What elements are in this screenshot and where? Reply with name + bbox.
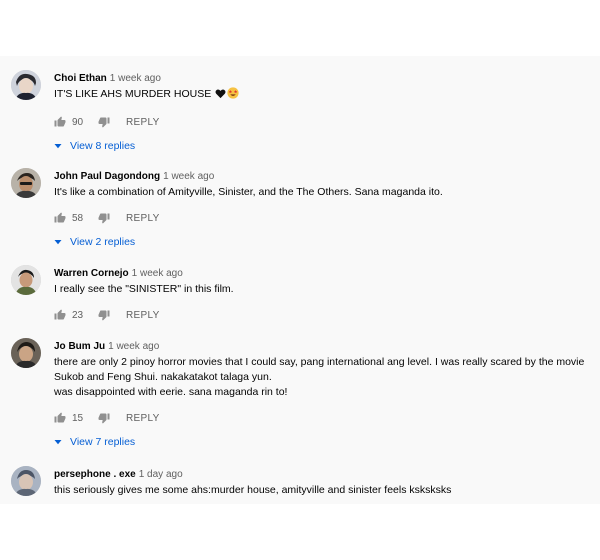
view-replies-button[interactable]: View 8 replies bbox=[54, 138, 594, 154]
view-replies-label: View 2 replies bbox=[70, 236, 136, 248]
caret-down-icon bbox=[54, 440, 62, 445]
thumb-down-icon bbox=[98, 117, 110, 128]
avatar[interactable] bbox=[11, 70, 41, 100]
thumb-down-icon bbox=[98, 310, 110, 321]
comment-text: this seriously gives me some ahs:murder … bbox=[54, 484, 452, 496]
view-replies-button[interactable]: View 7 replies bbox=[54, 434, 594, 450]
comment-time[interactable]: 1 week ago bbox=[110, 73, 161, 84]
view-replies-label: View 7 replies bbox=[70, 436, 136, 448]
like-count: 58 bbox=[72, 212, 84, 224]
like-count: 15 bbox=[72, 412, 84, 424]
like-button[interactable] bbox=[54, 412, 66, 424]
dislike-button[interactable] bbox=[98, 309, 110, 321]
avatar[interactable] bbox=[11, 466, 41, 496]
comment-text-line: Sukob and Feng Shui. nakakatakot talaga … bbox=[54, 371, 272, 383]
author-name[interactable]: persephone . exe bbox=[54, 469, 136, 480]
dislike-button[interactable] bbox=[98, 212, 110, 224]
star-struck-emoji-icon bbox=[227, 87, 239, 104]
reply-button[interactable]: REPLY bbox=[126, 213, 160, 224]
comment-time[interactable]: 1 day ago bbox=[139, 469, 183, 480]
author-name[interactable]: Choi Ethan bbox=[54, 73, 107, 84]
black-heart-icon bbox=[215, 88, 226, 104]
like-button[interactable] bbox=[54, 212, 66, 224]
comment-text-line: was disappointed with eerie. sana magand… bbox=[54, 386, 288, 398]
view-replies-label: View 8 replies bbox=[70, 140, 136, 152]
author-name[interactable]: John Paul Dagondong bbox=[54, 171, 160, 182]
comment-time[interactable]: 1 week ago bbox=[132, 268, 183, 279]
comment-text-line: there are only 2 pinoy horror movies tha… bbox=[54, 356, 585, 368]
avatar[interactable] bbox=[11, 338, 41, 368]
author-name[interactable]: Jo Bum Ju bbox=[54, 341, 105, 352]
like-count: 23 bbox=[72, 309, 84, 321]
thumb-down-icon bbox=[98, 413, 110, 424]
like-button[interactable] bbox=[54, 116, 66, 128]
author-name[interactable]: Warren Cornejo bbox=[54, 268, 129, 279]
reply-button[interactable]: REPLY bbox=[126, 117, 160, 128]
thumb-up-icon bbox=[54, 309, 66, 320]
reply-button[interactable]: REPLY bbox=[126, 413, 160, 424]
comment-text: I really see the "SINISTER" in this film… bbox=[54, 283, 234, 295]
reply-button[interactable]: REPLY bbox=[126, 310, 160, 321]
dislike-button[interactable] bbox=[98, 116, 110, 128]
caret-down-icon bbox=[54, 240, 62, 245]
comment-text: there are only 2 pinoy horror movies tha… bbox=[54, 355, 594, 400]
comments-section: Choi Ethan 1 week ago IT'S LIKE AHS MURDE… bbox=[0, 56, 600, 504]
caret-down-icon bbox=[54, 144, 62, 149]
thumb-down-icon bbox=[98, 213, 110, 224]
dislike-button[interactable] bbox=[98, 412, 110, 424]
view-replies-button[interactable]: View 2 replies bbox=[54, 234, 594, 250]
comment-text: It's like a combination of Amityville, S… bbox=[54, 186, 443, 198]
avatar[interactable] bbox=[11, 168, 41, 198]
comment-time[interactable]: 1 week ago bbox=[108, 341, 159, 352]
like-button[interactable] bbox=[54, 309, 66, 321]
thumb-up-icon bbox=[54, 212, 66, 223]
avatar[interactable] bbox=[11, 265, 41, 295]
comment-time[interactable]: 1 week ago bbox=[163, 171, 214, 182]
thumb-up-icon bbox=[54, 116, 66, 127]
thumb-up-icon bbox=[54, 412, 66, 423]
like-count: 90 bbox=[72, 116, 84, 128]
comment-text: IT'S LIKE AHS MURDER HOUSE bbox=[54, 87, 594, 104]
